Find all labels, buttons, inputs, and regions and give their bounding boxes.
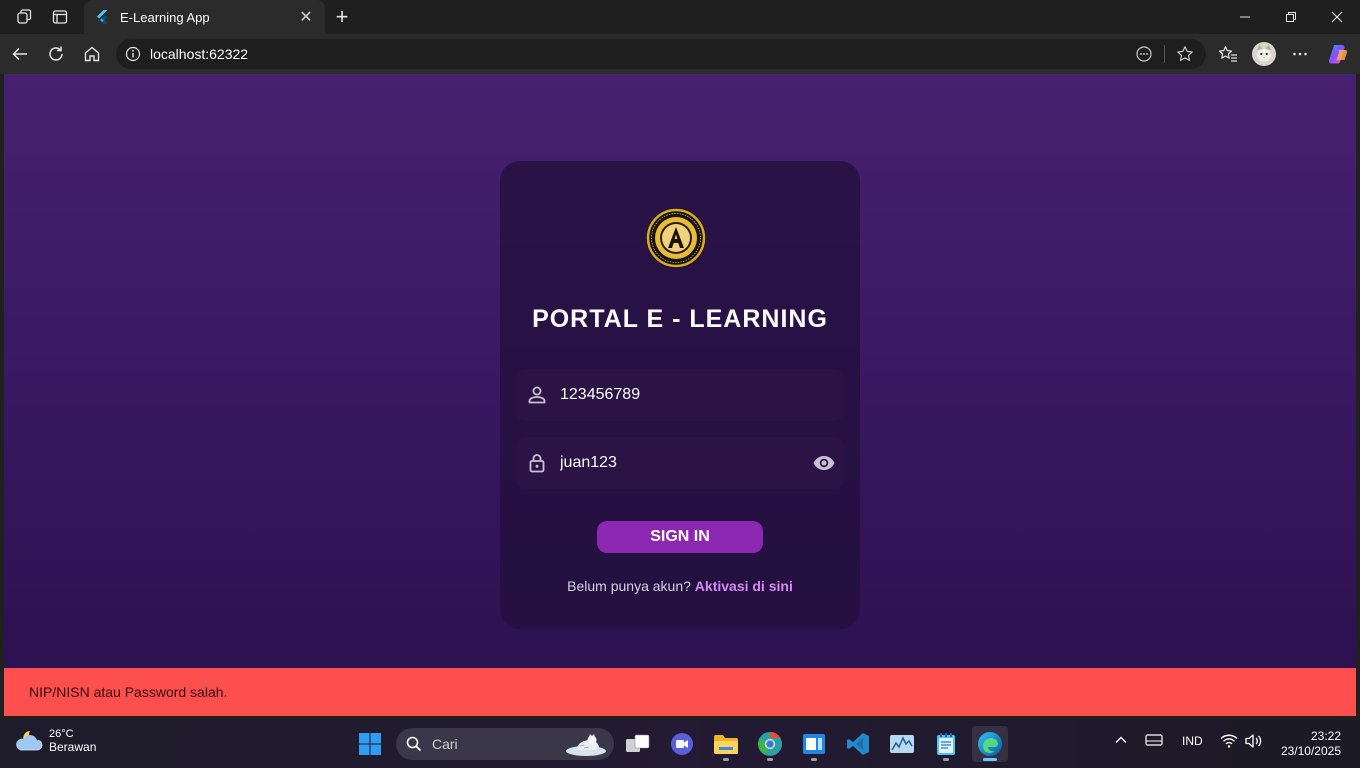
activation-prompt: Belum punya akun? Aktivasi di sini [500, 578, 860, 594]
password-field [516, 437, 844, 489]
notepad-icon [937, 733, 955, 755]
file-explorer-button[interactable] [708, 726, 744, 762]
search-icon [406, 736, 422, 752]
login-card: PORTAL E - LEARNING SIGN IN Belum [500, 161, 860, 629]
running-indicator [811, 758, 817, 761]
browser-tab[interactable]: E-Learning App ✕ [84, 0, 325, 34]
password-input[interactable] [560, 451, 800, 475]
system-clock[interactable]: 23:22 23/10/2025 [1281, 729, 1341, 759]
video-chat-icon [671, 733, 693, 755]
copilot-icon[interactable] [1324, 40, 1352, 68]
tab-close-icon[interactable]: ✕ [297, 7, 315, 27]
minimize-icon[interactable] [1222, 0, 1268, 34]
school-logo [646, 208, 706, 268]
running-indicator [943, 758, 949, 761]
vscode-button[interactable] [840, 726, 876, 762]
refresh-icon[interactable] [42, 40, 70, 68]
cloud-moon-icon [16, 731, 43, 751]
favorite-star-icon[interactable] [1176, 45, 1194, 63]
tab-actions-icon[interactable] [46, 4, 74, 30]
lock-icon [529, 454, 545, 473]
home-icon[interactable] [78, 40, 106, 68]
favorites-icon[interactable] [1214, 40, 1242, 68]
site-info-icon[interactable] [124, 45, 142, 63]
clock-date: 23/10/2025 [1280, 744, 1341, 758]
clock-time: 23:22 [1310, 729, 1341, 743]
notepad-button[interactable] [928, 726, 964, 762]
windows-taskbar: 26°C Berawan Cari IND 23:22 23/10/2025 [0, 720, 1360, 768]
tab-title: E-Learning App [120, 9, 210, 25]
weather-condition: Berawan [49, 740, 97, 754]
windows-logo-icon [359, 733, 381, 755]
search-highlight-image [566, 734, 606, 756]
flutter-icon [97, 10, 108, 24]
activation-prompt-text: Belum punya akun? [567, 578, 691, 594]
address-bar[interactable]: localhost:62322 [116, 39, 1206, 69]
read-aloud-icon[interactable] [1135, 45, 1153, 63]
url-text: localhost:62322 [150, 46, 249, 62]
edge-button[interactable] [972, 726, 1008, 762]
running-indicator [723, 758, 729, 761]
more-menu-icon[interactable] [1286, 40, 1314, 68]
weather-widget[interactable]: 26°C Berawan [14, 728, 96, 754]
weather-temperature: 26°C [49, 728, 74, 740]
username-field [516, 369, 844, 421]
start-button[interactable] [352, 726, 388, 762]
error-message: NIP/NISN atau Password salah. [29, 684, 228, 700]
show-hidden-icons-chevron[interactable] [1114, 733, 1128, 750]
profile-avatar[interactable] [1250, 40, 1278, 68]
username-input[interactable] [560, 383, 800, 407]
language-indicator[interactable]: IND [1182, 734, 1203, 748]
restore-icon[interactable] [1268, 0, 1314, 34]
keyboard-tray-icon[interactable] [1145, 733, 1163, 750]
page-title: PORTAL E - LEARNING [532, 305, 828, 333]
error-snackbar: NIP/NISN atau Password salah. [4, 668, 1356, 716]
back-icon[interactable] [6, 40, 34, 68]
edge-icon [978, 732, 1002, 756]
search-placeholder: Cari [432, 736, 458, 752]
activation-link[interactable]: Aktivasi di sini [695, 578, 793, 594]
chrome-icon [758, 732, 782, 756]
volume-icon[interactable] [1244, 733, 1264, 752]
activity-chart-icon [890, 735, 914, 753]
browser-toolbar: localhost:62322 [0, 34, 1360, 74]
sign-in-button[interactable]: SIGN IN [597, 521, 763, 553]
folder-icon [714, 735, 738, 754]
workspaces-icon[interactable] [10, 4, 38, 30]
visibility-toggle-icon[interactable] [812, 452, 836, 474]
task-view-button[interactable] [620, 726, 656, 762]
chrome-button[interactable] [752, 726, 788, 762]
store-icon [803, 734, 825, 754]
taskbar-search[interactable]: Cari [396, 728, 614, 760]
browser-titlebar: E-Learning App ✕ + [0, 0, 1360, 34]
running-indicator [767, 758, 773, 761]
vscode-icon [847, 733, 869, 755]
wifi-icon[interactable] [1220, 733, 1238, 752]
person-icon [528, 386, 546, 404]
monitor-app-button[interactable] [884, 726, 920, 762]
store-app-button[interactable] [796, 726, 832, 762]
meet-app-button[interactable] [664, 726, 700, 762]
omnibox-divider [1164, 45, 1165, 63]
close-window-icon[interactable] [1314, 0, 1360, 34]
task-view-icon [626, 734, 650, 752]
new-tab-icon[interactable]: + [332, 4, 352, 30]
running-indicator [983, 758, 997, 761]
page-background: PORTAL E - LEARNING SIGN IN Belum [4, 74, 1356, 668]
